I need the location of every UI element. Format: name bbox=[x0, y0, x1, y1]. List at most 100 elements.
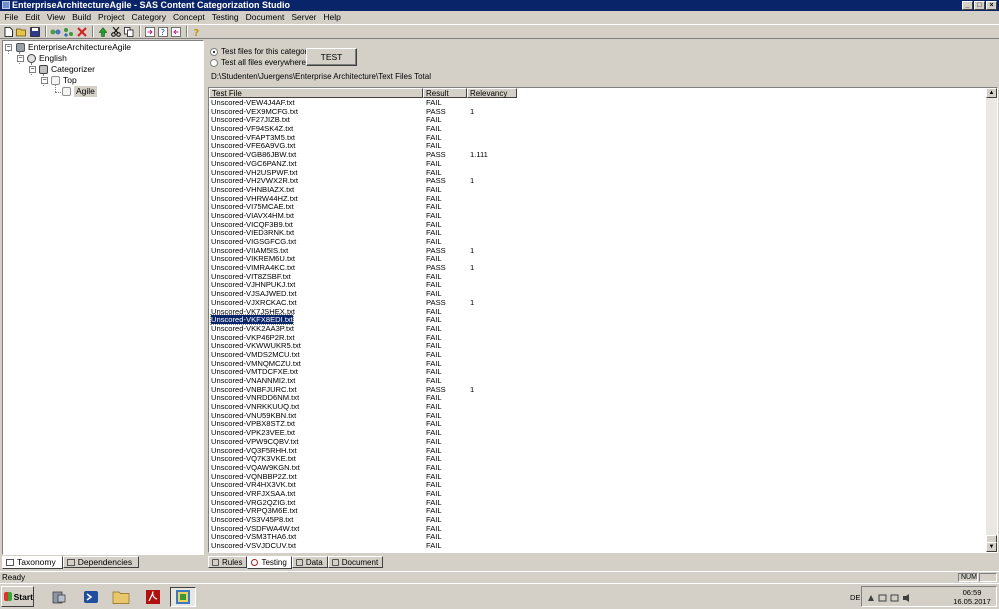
table-row[interactable]: Unscored-VIGSGFCG.txt FAIL bbox=[209, 237, 987, 247]
compile-icon[interactable] bbox=[63, 26, 74, 37]
menu-testing[interactable]: Testing bbox=[208, 11, 242, 24]
minimize-button[interactable]: _ bbox=[962, 1, 973, 10]
menu-category[interactable]: Category bbox=[128, 11, 170, 24]
tree-node-top[interactable]: Top bbox=[51, 75, 77, 86]
table-row[interactable]: Unscored-VQAW9KGN.txt FAIL bbox=[209, 463, 987, 473]
menu-concept[interactable]: Concept bbox=[170, 11, 209, 24]
menu-help[interactable]: Help bbox=[320, 11, 344, 24]
table-row[interactable]: Unscored-VRPQ3M6E.txt FAIL bbox=[209, 506, 987, 516]
server-manager-icon[interactable] bbox=[46, 587, 72, 607]
table-row[interactable]: Unscored-VNANNMI2.txt FAIL bbox=[209, 376, 987, 386]
table-row[interactable]: Unscored-VSVJDCUV.txt FAIL bbox=[209, 541, 987, 551]
table-row[interactable]: Unscored-VPK23VEE.txt FAIL bbox=[209, 428, 987, 438]
table-row[interactable]: Unscored-VPW9CQBV.txt FAIL bbox=[209, 437, 987, 447]
table-row[interactable]: Unscored-VR4HX3VK.txt FAIL bbox=[209, 480, 987, 490]
help-icon[interactable]: ? bbox=[157, 26, 168, 37]
table-row[interactable]: Unscored-VIIAM5IS.txt PASS 1 bbox=[209, 246, 987, 256]
table-row[interactable]: Unscored-VS3V45P8.txt FAIL bbox=[209, 515, 987, 525]
table-row[interactable]: Unscored-VH2VWX2R.txt PASS 1 bbox=[209, 176, 987, 186]
pdf-reader-icon[interactable] bbox=[140, 587, 166, 607]
tab-document[interactable]: Document bbox=[327, 556, 384, 568]
clock[interactable]: 06:59 16.05.2017 bbox=[952, 588, 992, 606]
open-icon[interactable] bbox=[16, 26, 27, 37]
language-indicator[interactable]: DE bbox=[850, 593, 860, 602]
table-row[interactable]: Unscored-VKFX8EDI.txt FAIL bbox=[209, 314, 987, 326]
table-row[interactable]: Unscored-VJXRCKAC.txt PASS 1 bbox=[209, 298, 987, 308]
build-icon[interactable] bbox=[50, 26, 61, 37]
table-row[interactable]: Unscored-VJSAJWED.txt FAIL bbox=[209, 289, 987, 299]
table-row[interactable]: Unscored-VKWWUKR5.txt FAIL bbox=[209, 341, 987, 351]
forward-icon[interactable] bbox=[144, 26, 155, 37]
tab-taxonomy[interactable]: Taxonomy bbox=[2, 556, 63, 569]
table-row[interactable]: Unscored-VF94SK4Z.txt FAIL bbox=[209, 124, 987, 134]
save-icon[interactable] bbox=[29, 26, 40, 37]
table-row[interactable]: Unscored-VQ3F5RHH.txt FAIL bbox=[209, 446, 987, 456]
powershell-icon[interactable] bbox=[78, 587, 104, 607]
table-row[interactable]: Unscored-VSM3THA6.txt FAIL bbox=[209, 533, 987, 542]
table-row[interactable]: Unscored-VKP46P2R.txt FAIL bbox=[209, 333, 987, 343]
tree-collapse-top[interactable]: − bbox=[41, 77, 48, 84]
table-row[interactable]: Unscored-VRFJXSAA.txt FAIL bbox=[209, 489, 987, 499]
tab-data[interactable]: Data bbox=[291, 556, 328, 568]
tree-node-root[interactable]: EnterpriseArchitectureAgile bbox=[16, 42, 131, 53]
tree-node-agile[interactable]: Agile bbox=[62, 86, 97, 97]
menu-document[interactable]: Document bbox=[242, 11, 288, 24]
table-row[interactable]: Unscored-VIMRA4KC.txt PASS 1 bbox=[209, 263, 987, 273]
undo-icon[interactable] bbox=[170, 26, 181, 37]
table-row[interactable]: Unscored-VKK2AA3P.txt FAIL bbox=[209, 324, 987, 334]
scroll-down-button[interactable]: ▼ bbox=[986, 542, 997, 552]
close-button[interactable]: × bbox=[986, 1, 997, 10]
table-row[interactable]: Unscored-VIED3RNK.txt FAIL bbox=[209, 228, 987, 238]
column-test-file[interactable]: Test File bbox=[209, 88, 423, 98]
table-row[interactable]: Unscored-VFE6A9VG.txt FAIL bbox=[209, 142, 987, 151]
vertical-scrollbar[interactable]: ▲ ▼ bbox=[986, 88, 997, 552]
tree-collapse-categorizer[interactable]: − bbox=[29, 66, 36, 73]
table-row[interactable]: Unscored-VMDS2MCU.txt FAIL bbox=[209, 350, 987, 360]
table-row[interactable]: Unscored-VNRDD6NM.txt FAIL bbox=[209, 394, 987, 403]
tree-node-categorizer[interactable]: Categorizer bbox=[39, 64, 95, 75]
delete-icon[interactable] bbox=[76, 26, 87, 37]
table-row[interactable]: Unscored-VHRW44HZ.txt FAIL bbox=[209, 194, 987, 204]
test-button[interactable]: TEST bbox=[306, 48, 357, 66]
tab-rules[interactable]: Rules bbox=[208, 556, 248, 568]
menu-server[interactable]: Server bbox=[288, 11, 320, 24]
menu-file[interactable]: File bbox=[1, 11, 22, 24]
table-row[interactable]: Unscored-VIKREM6U.txt FAIL bbox=[209, 255, 987, 264]
option-test-all[interactable]: Test all files everywhere bbox=[210, 58, 306, 67]
up-icon[interactable] bbox=[97, 26, 108, 37]
table-row[interactable]: Unscored-VPBX8STZ.txt FAIL bbox=[209, 420, 987, 429]
table-row[interactable]: Unscored-VNRKKUUQ.txt FAIL bbox=[209, 402, 987, 412]
table-row[interactable]: Unscored-VRG2QZIG.txt FAIL bbox=[209, 498, 987, 508]
table-row[interactable]: Unscored-VMTDCFXE.txt FAIL bbox=[209, 367, 987, 377]
table-row[interactable]: Unscored-VI75MCAE.txt FAIL bbox=[209, 202, 987, 212]
copy-icon[interactable] bbox=[123, 26, 134, 37]
table-row[interactable]: Unscored-VEX9MCFG.txt PASS 1 bbox=[209, 107, 987, 117]
categorization-studio-icon[interactable] bbox=[170, 587, 196, 607]
tree-collapse-language[interactable]: − bbox=[17, 55, 24, 62]
help-pointer-icon[interactable]: ? bbox=[191, 26, 202, 37]
table-row[interactable]: Unscored-VMNQMCZU.txt FAIL bbox=[209, 359, 987, 369]
table-row[interactable]: Unscored-VGC6PANZ.txt FAIL bbox=[209, 159, 987, 169]
cut-icon[interactable] bbox=[110, 26, 121, 37]
table-row[interactable]: Unscored-VEW4J4AF.txt FAIL bbox=[209, 99, 987, 108]
table-row[interactable]: Unscored-VHNBIAZX.txt FAIL bbox=[209, 185, 987, 195]
table-row[interactable]: Unscored-VIT8ZSBF.txt FAIL bbox=[209, 272, 987, 282]
table-row[interactable]: Unscored-VK7JSHEX.txt FAIL bbox=[209, 307, 987, 317]
table-row[interactable]: Unscored-VH2USPWF.txt FAIL bbox=[209, 168, 987, 178]
table-row[interactable]: Unscored-VQ7K3VKE.txt FAIL bbox=[209, 454, 987, 464]
tree-node-language[interactable]: English bbox=[27, 53, 67, 64]
table-row[interactable]: Unscored-VSDFWA4W.txt FAIL bbox=[209, 524, 987, 534]
table-row[interactable]: Unscored-VF27JIZB.txt FAIL bbox=[209, 116, 987, 125]
table-row[interactable]: Unscored-VJHNPUKJ.txt FAIL bbox=[209, 281, 987, 290]
table-row[interactable]: Unscored-VICQF3B9.txt FAIL bbox=[209, 220, 987, 230]
tab-dependencies[interactable]: Dependencies bbox=[62, 556, 140, 568]
table-row[interactable]: Unscored-VGB86JBW.txt PASS 1.111 bbox=[209, 150, 987, 160]
menu-view[interactable]: View bbox=[43, 11, 68, 24]
tab-testing[interactable]: Testing bbox=[247, 556, 292, 569]
scroll-up-button[interactable]: ▲ bbox=[986, 88, 997, 98]
menu-project[interactable]: Project bbox=[95, 11, 128, 24]
table-row[interactable]: Unscored-VNBFJURC.txt PASS 1 bbox=[209, 385, 987, 395]
table-row[interactable]: Unscored-VNU59KBN.txt FAIL bbox=[209, 411, 987, 421]
column-relevancy[interactable]: Relevancy bbox=[467, 88, 517, 98]
explorer-icon[interactable] bbox=[108, 587, 134, 607]
